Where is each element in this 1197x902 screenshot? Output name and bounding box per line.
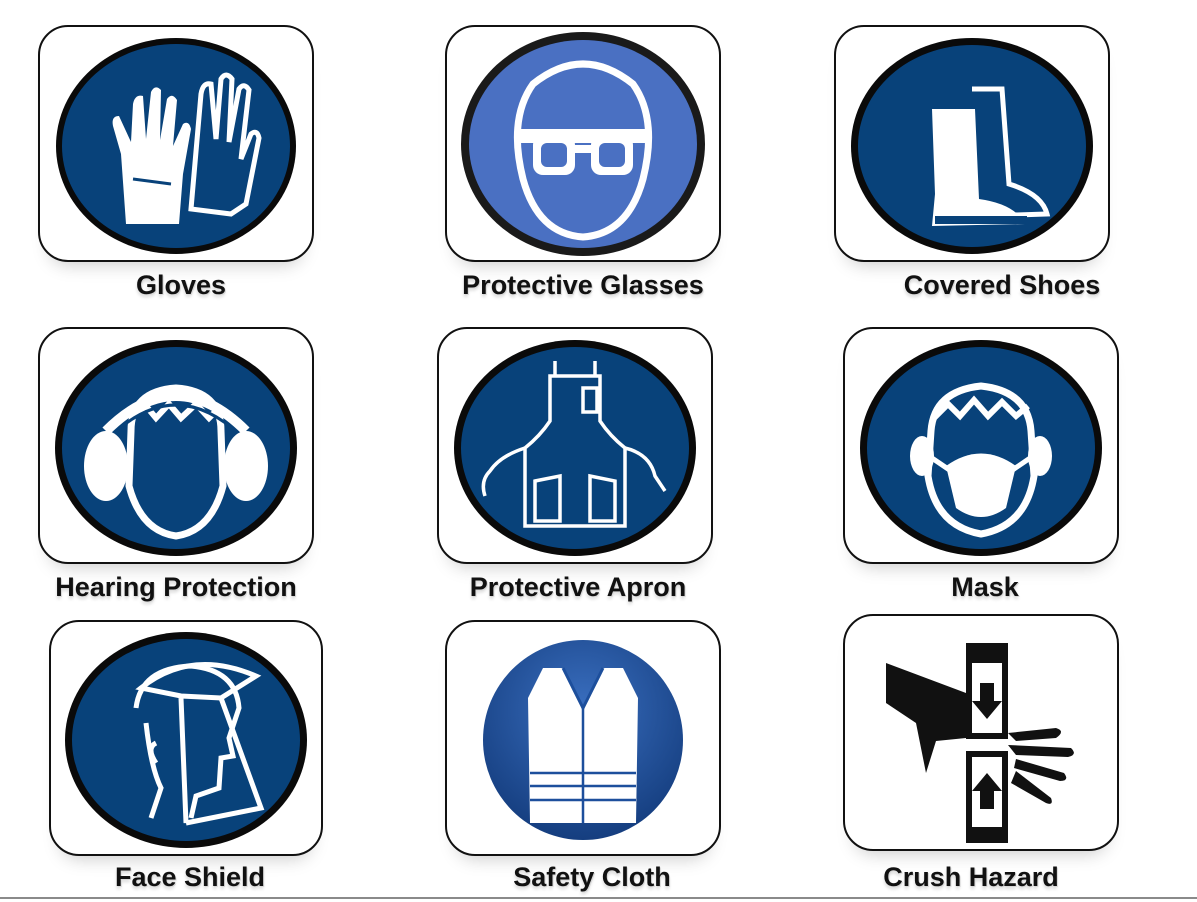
crush-hazard-icon xyxy=(886,642,1074,843)
boot-icon xyxy=(851,37,1093,254)
sign-label: Hearing Protection xyxy=(55,572,297,602)
sign-label: Gloves xyxy=(135,270,227,300)
apron-icon xyxy=(454,339,696,556)
gloves-icon xyxy=(56,37,296,254)
sign-label: Protective Apron xyxy=(469,572,687,602)
mask-icon xyxy=(860,339,1102,556)
sign-label: Safety Cloth xyxy=(513,862,671,892)
goggles-icon xyxy=(461,31,705,256)
ear-defenders-icon xyxy=(55,339,297,556)
sign-label: Covered Shoes xyxy=(903,270,1101,300)
crush-hazard-sign xyxy=(843,614,1119,851)
hearing-sign xyxy=(38,327,314,564)
face-shield-sign xyxy=(49,620,323,856)
gloves-sign xyxy=(38,25,314,262)
face-shield-icon xyxy=(65,632,307,848)
apron-sign xyxy=(437,327,713,564)
mask-sign xyxy=(843,327,1119,564)
safety-vest-icon xyxy=(483,640,683,840)
glasses-sign xyxy=(445,25,721,262)
sign-label: Protective Glasses xyxy=(462,270,704,300)
sign-label: Face Shield xyxy=(114,862,266,892)
shoes-sign xyxy=(834,25,1110,262)
bottom-divider xyxy=(0,897,1197,899)
sign-label: Mask xyxy=(951,572,1019,602)
safety-cloth-sign xyxy=(445,620,721,856)
sign-label: Crush Hazard xyxy=(883,862,1059,892)
